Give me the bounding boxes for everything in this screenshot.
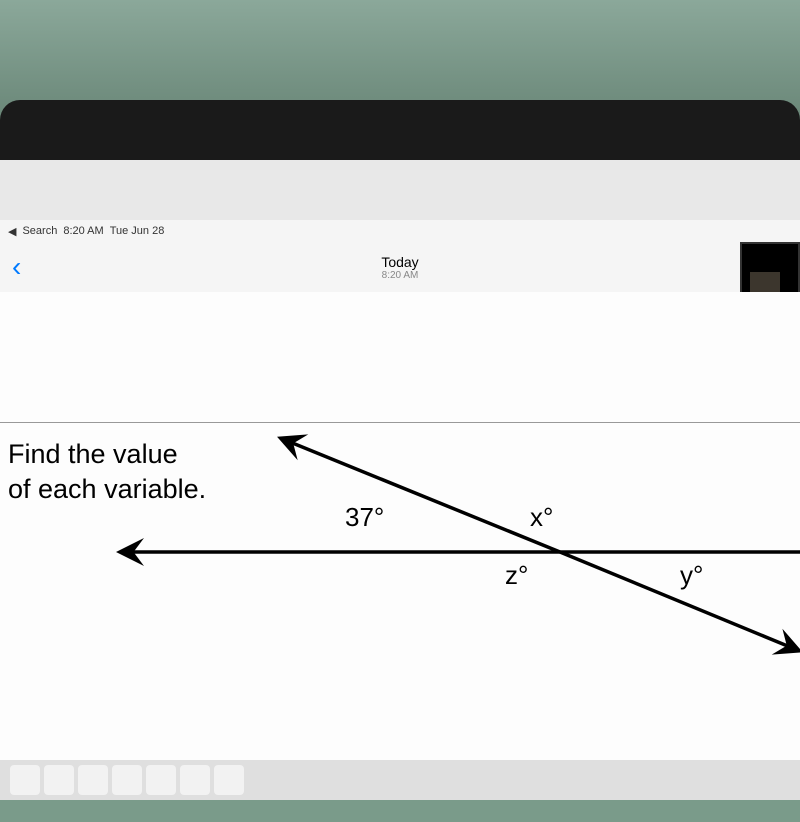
status-time: 8:20 AM — [63, 225, 103, 237]
screen-area: ◀ Search 8:20 AM Tue Jun 28 ‹ Today 8:20… — [0, 160, 800, 800]
status-bar: ◀ Search 8:20 AM Tue Jun 28 — [0, 220, 800, 242]
dock-bar — [0, 760, 800, 800]
angle-y-label: y° — [680, 560, 703, 591]
tablet-frame: ◀ Search 8:20 AM Tue Jun 28 ‹ Today 8:20… — [0, 100, 800, 800]
angle-z-label: z° — [505, 560, 528, 591]
transversal-line-down — [560, 552, 790, 647]
dock-app-icon[interactable] — [78, 765, 108, 795]
dock-app-icon[interactable] — [10, 765, 40, 795]
content-area: Find the value of each variable. 37° x° … — [0, 292, 800, 760]
dock-app-icon[interactable] — [214, 765, 244, 795]
dock-app-icon[interactable] — [44, 765, 74, 795]
status-back-label[interactable]: Search — [22, 225, 57, 237]
transversal-line-up — [290, 442, 560, 552]
nav-bar: ‹ Today 8:20 AM — [0, 242, 800, 292]
back-arrow-icon[interactable]: ◀ — [8, 225, 16, 238]
nav-title: Today — [381, 254, 418, 270]
angle-37-label: 37° — [345, 502, 384, 533]
nav-title-block: Today 8:20 AM — [381, 254, 418, 281]
dock-app-icon[interactable] — [180, 765, 210, 795]
nav-subtitle: 8:20 AM — [381, 270, 418, 281]
thumbnail-preview — [750, 272, 780, 292]
dock-app-icon[interactable] — [146, 765, 176, 795]
status-date: Tue Jun 28 — [110, 225, 165, 237]
dock-app-icon[interactable] — [112, 765, 142, 795]
chevron-left-icon[interactable]: ‹ — [12, 251, 21, 283]
angle-x-label: x° — [530, 502, 553, 533]
